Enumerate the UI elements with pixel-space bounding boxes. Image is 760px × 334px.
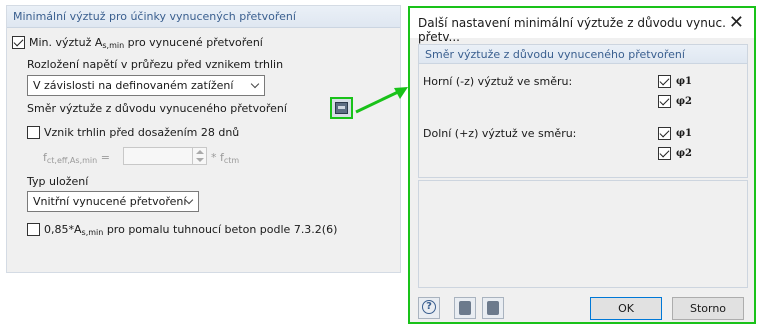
- group-header: Směr výztuže z důvodu vynuceného přetvoř…: [419, 45, 747, 64]
- min-reinf-checkbox[interactable]: [12, 36, 25, 49]
- bottom-reinf-label: Dolní (+z) výztuž ve směru:: [423, 127, 577, 140]
- help-icon: ?: [422, 300, 436, 314]
- dialog-title: Další nastavení minimální výztuže z důvo…: [418, 16, 726, 44]
- help-button[interactable]: ?: [418, 297, 440, 319]
- storage-select[interactable]: Vnitřní vynucené přetvoření: [27, 191, 199, 212]
- slow-concrete-label: 0,85*As,min pro pomalu tuhnoucí beton po…: [44, 223, 338, 237]
- stepper-buttons[interactable]: [192, 148, 206, 164]
- min-reinforcement-panel: Minimální výztuž pro účinky vynucených p…: [6, 5, 401, 273]
- crack-before-28-checkbox[interactable]: [27, 126, 40, 139]
- callout-arrow: [355, 87, 408, 114]
- dialog-titlebar: Další nastavení minimální výztuže z důvo…: [410, 8, 754, 44]
- cancel-button[interactable]: Storno: [672, 297, 744, 320]
- bottom-phi2-label: φ2: [676, 148, 693, 159]
- stepper-up-icon[interactable]: [196, 150, 204, 154]
- import-button[interactable]: [454, 297, 476, 319]
- export-icon: [487, 301, 499, 315]
- top-phi2-label: φ2: [676, 96, 693, 107]
- top-phi2-checkbox[interactable]: [658, 95, 671, 108]
- import-icon: [459, 301, 471, 315]
- direction-label: Směr výztuže z důvodu vynuceného přetvoř…: [27, 102, 287, 115]
- bottom-phi1-checkbox[interactable]: [658, 127, 671, 140]
- fct-label: fct,eff,As,min =: [43, 151, 110, 165]
- direction-group: Směr výztuže z důvodu vynuceného přetvoř…: [418, 44, 748, 178]
- top-phi1-label: φ1: [676, 76, 693, 87]
- reinforcement-settings-dialog: Další nastavení minimální výztuže z důvo…: [408, 6, 756, 324]
- slow-concrete-checkbox[interactable]: [27, 223, 40, 236]
- stress-dist-label: Rozložení napětí v průřezu před vznikem …: [27, 58, 284, 71]
- crack-before-28-label: Vznik trhlin před dosažením 28 dnů: [44, 126, 240, 139]
- empty-panel: [418, 180, 748, 288]
- settings-dialog-icon: [335, 102, 348, 114]
- storage-label: Typ uložení: [27, 175, 89, 188]
- top-phi1-checkbox[interactable]: [658, 75, 671, 88]
- export-button[interactable]: [482, 297, 504, 319]
- chevron-down-icon: [250, 79, 260, 89]
- fct-suffix: * fctm: [211, 151, 240, 165]
- bottom-phi2-checkbox[interactable]: [658, 147, 671, 160]
- bottom-phi1-label: φ1: [676, 128, 693, 139]
- stress-dist-select[interactable]: V závislosti na definovaném zatížení: [27, 75, 265, 96]
- panel-header: Minimální výztuž pro účinky vynucených p…: [7, 6, 400, 28]
- stress-dist-value: V závislosti na definovaném zatížení: [33, 79, 234, 92]
- storage-value: Vnitřní vynucené přetvoření: [33, 195, 187, 208]
- min-reinf-label: Min. výztuž As,min pro vynucené přetvoře…: [29, 36, 263, 50]
- stepper-down-icon[interactable]: [196, 158, 204, 162]
- direction-settings-button[interactable]: [330, 97, 353, 119]
- top-reinf-label: Horní (-z) výztuž ve směru:: [423, 75, 573, 88]
- ok-button[interactable]: OK: [590, 297, 662, 320]
- fct-stepper[interactable]: [123, 147, 207, 165]
- close-icon[interactable]: ✕: [729, 12, 744, 33]
